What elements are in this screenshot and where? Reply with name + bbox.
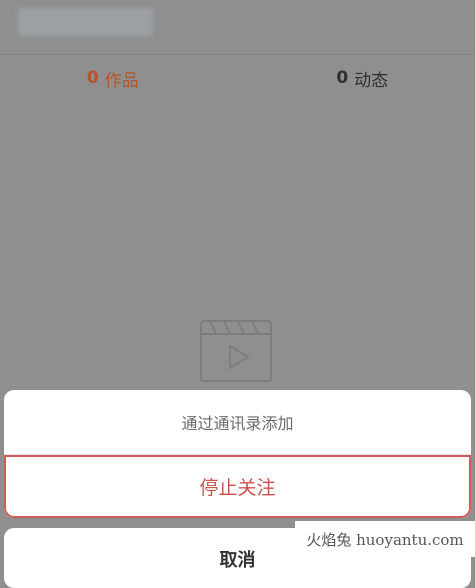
add-via-contacts-option[interactable]: 通过通讯录添加 [4,390,471,455]
tab-dynamics[interactable]: 0 动态 [238,62,475,94]
works-label: 作品 [105,66,139,91]
profile-tabs: 0 作品 0 动态 [0,62,475,94]
unfollow-option[interactable]: 停止关注 [4,455,471,518]
header-divider [0,54,475,55]
dynamics-label: 动态 [354,66,388,91]
profile-name-blurred [18,8,153,36]
watermark: 火焰兔 huoyantu.com [295,521,475,557]
video-placeholder-icon [198,318,274,384]
add-via-contacts-label: 通过通讯录添加 [181,410,293,434]
works-count: 0 [87,68,99,88]
dynamics-count: 0 [336,68,348,88]
unfollow-label: 停止关注 [199,473,275,500]
action-sheet: 通过通讯录添加 停止关注 [4,390,471,518]
tab-works[interactable]: 0 作品 [0,62,238,94]
